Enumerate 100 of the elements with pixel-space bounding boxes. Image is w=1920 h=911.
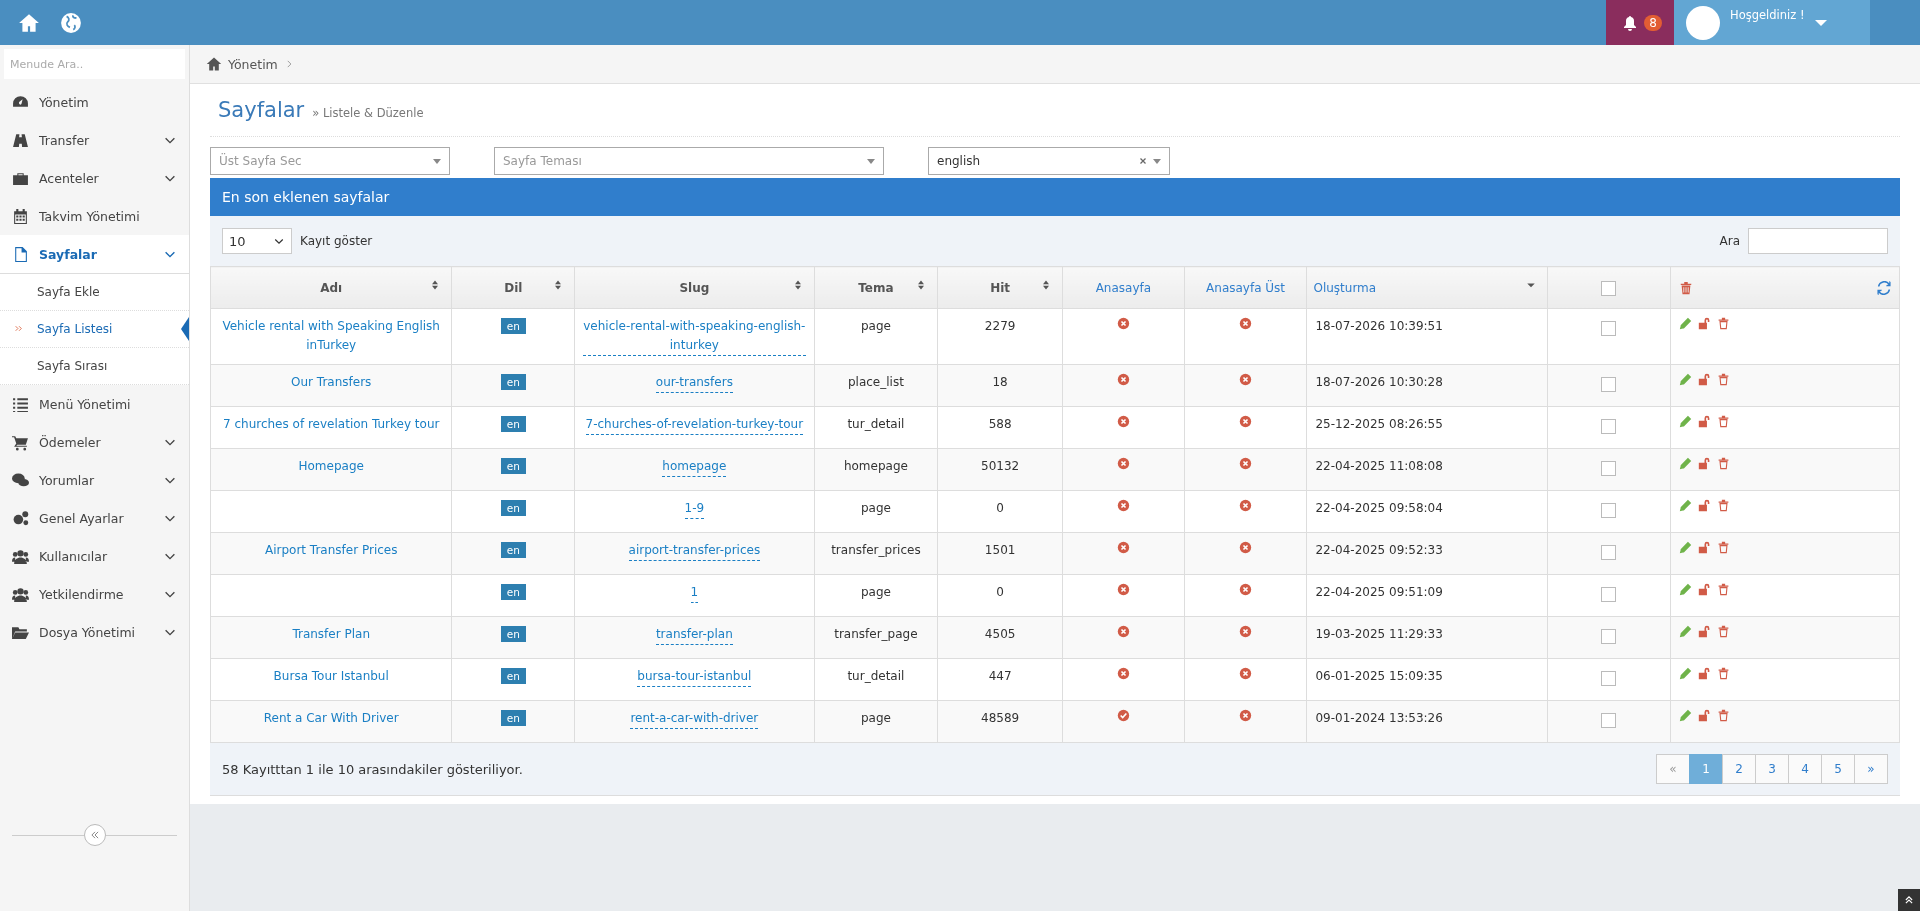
column-header[interactable]: Tema <box>814 266 938 309</box>
scroll-top-button[interactable] <box>1898 889 1920 911</box>
table-cell: 447 <box>937 658 1063 701</box>
table-cell: 22-04-2025 09:51:09 <box>1306 574 1548 617</box>
pencil-icon <box>1678 709 1692 722</box>
row-checkbox[interactable] <box>1601 545 1617 560</box>
page-name-link[interactable]: Homepage <box>298 457 364 476</box>
page-button[interactable]: » <box>1854 754 1888 784</box>
caret-icon[interactable] <box>433 158 441 164</box>
x-circle-icon <box>1239 373 1253 386</box>
slug-link[interactable]: homepage <box>662 457 727 477</box>
x-circle-icon <box>1116 625 1130 638</box>
table-cell: page <box>814 700 938 743</box>
slug-link[interactable]: our-transfers <box>655 373 733 393</box>
page-button[interactable]: « <box>1656 754 1690 784</box>
sidebar-item[interactable]: Genel Ayarlar <box>0 499 189 537</box>
pencil-icon <box>1678 625 1692 638</box>
row-checkbox[interactable] <box>1601 321 1617 336</box>
sidebar-item[interactable]: Yorumlar <box>0 461 189 499</box>
welcome-text[interactable]: Hoşgeldiniz ! <box>1730 8 1805 22</box>
page-title: Sayfalar <box>218 98 305 122</box>
unlock-icon <box>1697 457 1711 470</box>
select-all-checkbox[interactable] <box>1601 280 1617 296</box>
row-checkbox[interactable] <box>1601 419 1617 434</box>
language-tag: en <box>500 584 526 600</box>
language-tag: en <box>500 374 526 390</box>
table-cell: 22-04-2025 11:08:08 <box>1306 448 1548 491</box>
table-cell: transfer_prices <box>814 532 938 575</box>
select-field[interactable]: english <box>928 147 1170 175</box>
submenu-item[interactable]: Sayfa Ekle <box>0 274 189 311</box>
users-icon <box>12 585 29 603</box>
trash-icon <box>1716 317 1730 330</box>
page-subtitle: » Listele & Düzenle <box>312 106 424 120</box>
row-checkbox[interactable] <box>1601 503 1617 518</box>
row-checkbox[interactable] <box>1601 587 1617 602</box>
slug-link[interactable]: transfer-plan <box>655 625 733 645</box>
sidebar-item[interactable]: Sayfalar <box>0 235 189 273</box>
page-button[interactable]: 4 <box>1788 754 1822 784</box>
breadcrumb-link[interactable]: Yönetim <box>228 56 278 72</box>
page-name-link[interactable]: Transfer Plan <box>292 625 370 644</box>
page-button[interactable]: 5 <box>1821 754 1855 784</box>
row-checkbox[interactable] <box>1601 713 1617 728</box>
cart-icon <box>12 433 29 451</box>
page-button[interactable]: 2 <box>1722 754 1756 784</box>
list-icon <box>12 395 29 413</box>
users-icon <box>12 547 29 565</box>
table-cell: 18-07-2026 10:39:51 <box>1306 308 1548 365</box>
row-checkbox[interactable] <box>1601 377 1617 392</box>
row-checkbox[interactable] <box>1601 629 1617 644</box>
column-header[interactable]: Adı <box>210 266 452 309</box>
select-field[interactable]: Üst Sayfa Sec <box>210 147 450 175</box>
page-size-select[interactable]: 10 <box>222 228 292 254</box>
sidebar-item[interactable]: Menü Yönetimi <box>0 385 189 423</box>
language-tag: en <box>500 416 526 432</box>
sidebar-item[interactable]: Transfer <box>0 121 189 159</box>
sidebar-item[interactable]: Takvim Yönetimi <box>0 197 189 235</box>
row-checkbox[interactable] <box>1601 671 1617 686</box>
language-tag: en <box>500 500 526 516</box>
column-header[interactable]: Slug <box>574 266 815 309</box>
table-cell: 0 <box>937 490 1063 533</box>
pencil-icon <box>1678 317 1692 330</box>
double-chevron-up-icon <box>1904 895 1914 905</box>
menu-search-field[interactable]: Menude Ara.. <box>4 49 185 79</box>
search-field[interactable] <box>1748 228 1888 254</box>
column-header[interactable]: Anasayfa <box>1062 266 1185 309</box>
table-cell: page <box>814 308 938 365</box>
select-field[interactable]: Sayfa Teması <box>494 147 884 175</box>
collapse-button[interactable] <box>83 824 106 846</box>
table-cell: 18-07-2026 10:30:28 <box>1306 364 1548 407</box>
caret-icon[interactable] <box>867 158 875 164</box>
slug-link[interactable]: 1 <box>690 583 699 603</box>
pencil-icon <box>1678 499 1692 512</box>
page-button[interactable]: 3 <box>1755 754 1789 784</box>
trash-icon <box>1716 541 1730 554</box>
page-button[interactable]: 1 <box>1689 754 1723 784</box>
sidebar-item[interactable]: Kullanıcılar <box>0 537 189 575</box>
caret-icon[interactable] <box>1153 158 1161 164</box>
x-circle-icon <box>1116 583 1130 596</box>
column-header[interactable]: Anasayfa Üst <box>1184 266 1307 309</box>
table-cell: 0 <box>937 574 1063 617</box>
row-checkbox[interactable] <box>1601 461 1617 476</box>
submenu-item[interactable]: Sayfa Sırası <box>0 348 189 385</box>
trash-icon <box>1716 583 1730 596</box>
sidebar-item[interactable]: Yönetim <box>0 83 189 121</box>
x-circle-icon <box>1116 415 1130 428</box>
sidebar-item[interactable]: Acenteler <box>0 159 189 197</box>
column-header[interactable]: Hit <box>937 266 1063 309</box>
sidebar-item[interactable]: Ödemeler <box>0 423 189 461</box>
column-header[interactable]: Oluşturma <box>1306 266 1548 309</box>
unlock-icon <box>1697 583 1711 596</box>
table-cell: page <box>814 574 938 617</box>
unlock-icon <box>1697 541 1711 554</box>
sidebar-item[interactable]: Yetkilendirme <box>0 575 189 613</box>
unlock-icon <box>1697 499 1711 512</box>
trash-icon <box>1716 499 1730 512</box>
sidebar-item[interactable]: Dosya Yönetimi <box>0 613 189 651</box>
page-name-link[interactable]: Our Transfers <box>291 373 372 392</box>
column-header[interactable]: Dil <box>451 266 575 309</box>
slug-link[interactable]: 1-9 <box>684 499 705 519</box>
trash-icon <box>1716 415 1730 428</box>
